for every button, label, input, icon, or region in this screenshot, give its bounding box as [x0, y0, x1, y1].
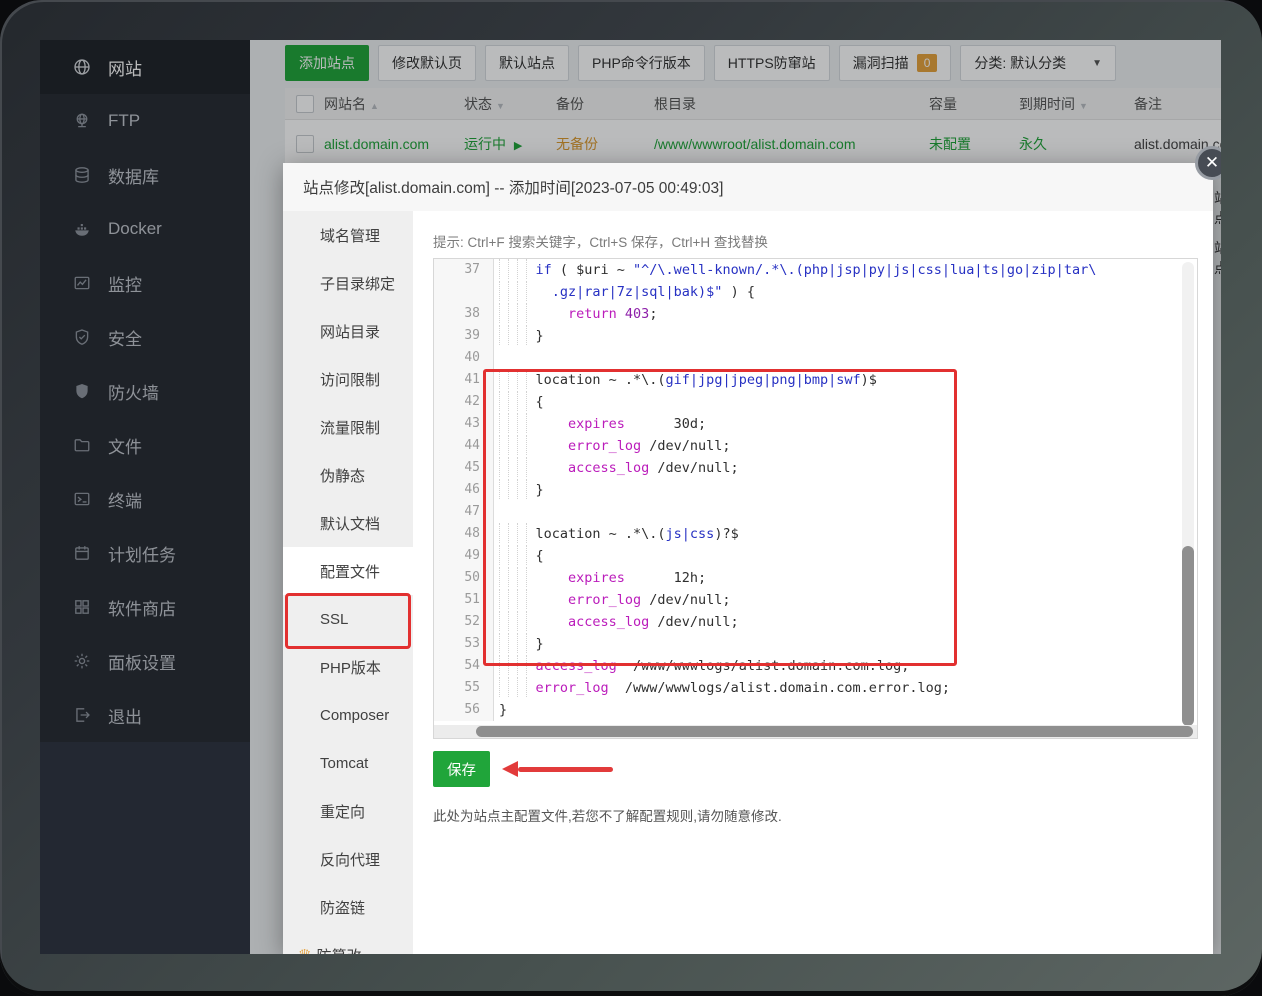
code-body[interactable]: 37if ( $uri ~ "^/\.well-known/.*\.(php|j…	[434, 259, 1197, 725]
code-line: 52access_log /dev/null;	[434, 611, 1197, 633]
code-line: 56}	[434, 699, 1197, 721]
code-line: 44error_log /dev/null;	[434, 435, 1197, 457]
config-warning-note: 此处为站点主配置文件,若您不了解配置规则,请勿随意修改.	[433, 805, 782, 825]
tab-label: 配置文件	[320, 561, 380, 582]
line-number: 53	[434, 633, 494, 655]
line-number: 50	[434, 567, 494, 589]
line-number: 39	[434, 325, 494, 347]
tab-label: 伪静态	[320, 465, 365, 486]
line-number	[434, 281, 494, 303]
code-line: 55error_log /www/wwwlogs/alist.domain.co…	[434, 677, 1197, 699]
code-line: 41location ~ .*\.(gif|jpg|jpeg|png|bmp|s…	[434, 369, 1197, 391]
code-line: 39}	[434, 325, 1197, 347]
line-number: 38	[434, 303, 494, 325]
line-number: 54	[434, 655, 494, 677]
tab-label: 域名管理	[320, 225, 380, 246]
modal-tab[interactable]: 配置文件	[283, 547, 413, 595]
modal-tab[interactable]: ♛ 防篡改	[283, 931, 413, 954]
modal-tab[interactable]: 访问限制	[283, 355, 413, 403]
bt-panel-app: 网站FTP数据库Docker监控安全防火墙文件终端计划任务软件商店面板设置退出 …	[40, 40, 1221, 954]
editor-vscrollbar	[1182, 262, 1194, 720]
line-number: 48	[434, 523, 494, 545]
code-line: 51error_log /dev/null;	[434, 589, 1197, 611]
line-number: 41	[434, 369, 494, 391]
save-button[interactable]: 保存	[433, 751, 490, 787]
modal-tab[interactable]: Tomcat	[283, 739, 413, 787]
code-line: 50expires 12h;	[434, 567, 1197, 589]
line-number: 49	[434, 545, 494, 567]
tab-label: 网站目录	[320, 321, 380, 342]
modal-tab[interactable]: 重定向	[283, 787, 413, 835]
vscrollbar-thumb[interactable]	[1182, 546, 1194, 726]
line-number: 52	[434, 611, 494, 633]
tab-label: 防盗链	[320, 897, 365, 918]
code-line: .gz|rar|7z|sql|bak)$" ) {	[434, 281, 1197, 303]
modal-tab[interactable]: 子目录绑定	[283, 259, 413, 307]
code-line: 45access_log /dev/null;	[434, 457, 1197, 479]
modal-tab[interactable]: PHP版本	[283, 643, 413, 691]
tab-label: Composer	[320, 707, 389, 724]
editor-tip: 提示: Ctrl+F 搜索关键字，Ctrl+S 保存，Ctrl+H 查找替换	[433, 231, 768, 251]
config-code-editor[interactable]: 37if ( $uri ~ "^/\.well-known/.*\.(php|j…	[433, 258, 1198, 739]
code-line: 40	[434, 347, 1197, 369]
line-number: 45	[434, 457, 494, 479]
annotation-arrow	[502, 761, 613, 777]
line-number: 40	[434, 347, 494, 369]
line-number: 43	[434, 413, 494, 435]
hscrollbar-thumb[interactable]	[476, 726, 1193, 737]
site-edit-modal: ✕ 站点修改[alist.domain.com] -- 添加时间[2023-07…	[283, 163, 1213, 954]
tab-label: Tomcat	[320, 755, 368, 772]
modal-tab-list: 域名管理子目录绑定网站目录访问限制流量限制伪静态默认文档配置文件 SSL PHP版本…	[283, 211, 413, 954]
line-number: 37	[434, 259, 494, 281]
code-line: 48location ~ .*\.(js|css)?$	[434, 523, 1197, 545]
tab-label: 默认文档	[320, 513, 380, 534]
tab-label: 反向代理	[320, 849, 380, 870]
code-line: 46}	[434, 479, 1197, 501]
tab-label: PHP版本	[320, 657, 381, 678]
tab-label: SSL	[320, 611, 348, 628]
modal-title: 站点修改[alist.domain.com] -- 添加时间[2023-07-0…	[283, 163, 1213, 212]
tab-label: 访问限制	[320, 369, 380, 390]
line-number: 55	[434, 677, 494, 699]
crown-icon: ♛	[298, 946, 311, 954]
modal-tab[interactable]: Composer	[283, 691, 413, 739]
config-file-panel: 提示: Ctrl+F 搜索关键字，Ctrl+S 保存，Ctrl+H 查找替换 3…	[413, 211, 1213, 954]
code-line: 38return 403;	[434, 303, 1197, 325]
code-line: 49{	[434, 545, 1197, 567]
code-line: 47	[434, 501, 1197, 523]
line-number: 56	[434, 699, 494, 721]
close-icon[interactable]: ✕	[1195, 146, 1221, 180]
modal-tab[interactable]: 网站目录	[283, 307, 413, 355]
line-number: 46	[434, 479, 494, 501]
tab-label: 流量限制	[320, 417, 380, 438]
code-line: 42{	[434, 391, 1197, 413]
code-line: 43expires 30d;	[434, 413, 1197, 435]
line-number: 44	[434, 435, 494, 457]
line-number: 51	[434, 589, 494, 611]
line-number: 47	[434, 501, 494, 523]
tab-label: 重定向	[320, 801, 365, 822]
line-number: 42	[434, 391, 494, 413]
modal-tab[interactable]: SSL	[283, 595, 413, 643]
tab-label: 防篡改	[316, 945, 361, 955]
modal-tab[interactable]: 默认文档	[283, 499, 413, 547]
code-line: 37if ( $uri ~ "^/\.well-known/.*\.(php|j…	[434, 259, 1197, 281]
code-line: 54access_log /www/wwwlogs/alist.domain.c…	[434, 655, 1197, 677]
modal-tab[interactable]: 反向代理	[283, 835, 413, 883]
modal-tab[interactable]: 流量限制	[283, 403, 413, 451]
modal-tab[interactable]: 伪静态	[283, 451, 413, 499]
tab-label: 子目录绑定	[320, 273, 395, 294]
editor-hscrollbar	[434, 725, 1197, 738]
code-line: 53}	[434, 633, 1197, 655]
modal-tab[interactable]: 域名管理	[283, 211, 413, 259]
modal-tab[interactable]: 防盗链	[283, 883, 413, 931]
